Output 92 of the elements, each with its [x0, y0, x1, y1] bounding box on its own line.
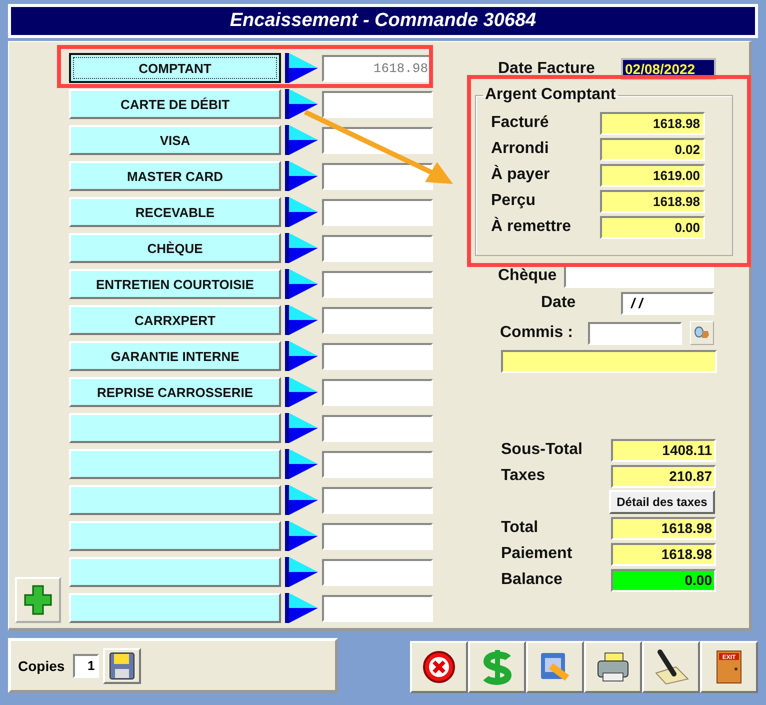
copies-label: Copies: [18, 658, 65, 674]
total-label: Sous-Total: [501, 441, 584, 459]
value-field[interactable]: 0.02: [600, 138, 705, 160]
payment-method-button[interactable]: RECEVABLE: [69, 197, 281, 227]
amount-field[interactable]: [322, 162, 433, 190]
payment-method-button[interactable]: REPRISE CARROSSERIE: [69, 377, 281, 407]
triangle-arrow-icon[interactable]: [285, 125, 318, 155]
clerk-name-field[interactable]: [501, 350, 717, 373]
total-field[interactable]: 210.87: [611, 464, 716, 488]
clerk-field[interactable]: [588, 322, 682, 344]
triangle-arrow-icon[interactable]: [285, 377, 318, 407]
field-label: Arrondi: [491, 140, 550, 158]
amount-field[interactable]: [322, 198, 433, 226]
payment-method-button[interactable]: [69, 557, 281, 587]
invoice-date-label: Date Facture: [498, 60, 596, 78]
tax-detail-button[interactable]: Détail des taxes: [609, 490, 715, 514]
clerk-label: Commis :: [500, 324, 574, 342]
save-button[interactable]: [102, 648, 141, 684]
triangle-arrow-icon[interactable]: [285, 269, 318, 299]
group-title: Argent Comptant: [484, 86, 617, 104]
amount-field[interactable]: [322, 594, 433, 622]
printer-icon: [595, 651, 631, 683]
amount-field[interactable]: [322, 306, 433, 334]
copies-field[interactable]: 1: [72, 654, 99, 678]
value-field[interactable]: 1618.98: [600, 112, 705, 134]
sign-button[interactable]: [642, 641, 700, 693]
payment-method-button[interactable]: [69, 449, 281, 479]
date-field[interactable]: / /: [621, 292, 714, 314]
triangle-arrow-icon[interactable]: [285, 593, 318, 623]
value-field[interactable]: 1619.00: [600, 164, 705, 186]
triangle-arrow-icon[interactable]: [285, 413, 318, 443]
payment-method-button[interactable]: CHÈQUE: [69, 233, 281, 263]
amount-field[interactable]: [322, 414, 433, 442]
close-icon: [422, 650, 456, 684]
triangle-arrow-icon[interactable]: [285, 557, 318, 587]
payment-method-button[interactable]: [69, 593, 281, 623]
amount-field[interactable]: [322, 378, 433, 406]
amount-field[interactable]: [322, 126, 433, 154]
payment-method-button[interactable]: [69, 521, 281, 551]
value-field[interactable]: 1618.98: [600, 190, 705, 212]
payment-method-button[interactable]: MASTER CARD: [69, 161, 281, 191]
amount-field[interactable]: [322, 522, 433, 550]
value-field[interactable]: 0.00: [600, 216, 705, 238]
amount-field[interactable]: [322, 270, 433, 298]
triangle-arrow-icon[interactable]: [285, 485, 318, 515]
payment-method-button[interactable]: CARRXPERT: [69, 305, 281, 335]
amount-field[interactable]: [322, 486, 433, 514]
total-label: Total: [501, 519, 540, 537]
payment-method-button[interactable]: [69, 413, 281, 443]
triangle-arrow-icon[interactable]: [285, 161, 318, 191]
triangle-arrow-icon[interactable]: [285, 305, 318, 335]
total-field[interactable]: 1618.98: [611, 542, 716, 566]
triangle-arrow-icon[interactable]: [285, 341, 318, 371]
payment-method-button[interactable]: COMPTANT: [69, 53, 281, 83]
triangle-arrow-icon[interactable]: [285, 89, 318, 119]
amount-field[interactable]: [322, 342, 433, 370]
cheque-label: Chèque: [498, 267, 558, 285]
tools-button[interactable]: [526, 641, 584, 693]
payment-method-button[interactable]: VISA: [69, 125, 281, 155]
window-title: Encaissement - Commande 30684: [8, 4, 758, 38]
field-label: Perçu: [491, 192, 536, 210]
search-icon: [694, 326, 710, 340]
triangle-arrow-icon[interactable]: [285, 233, 318, 263]
amount-field[interactable]: [322, 234, 433, 262]
payment-button[interactable]: [468, 641, 526, 693]
field-label: Facturé: [491, 114, 550, 132]
payment-method-button[interactable]: [69, 485, 281, 515]
amount-field[interactable]: [322, 90, 433, 118]
print-button[interactable]: [584, 641, 642, 693]
triangle-arrow-icon[interactable]: [285, 197, 318, 227]
add-button[interactable]: [15, 577, 61, 623]
cancel-button[interactable]: [410, 641, 468, 693]
plus-icon: [24, 584, 52, 616]
amount-field[interactable]: [322, 558, 433, 586]
total-label: Paiement: [501, 545, 574, 563]
amount-field[interactable]: [322, 450, 433, 478]
field-label: À remettre: [491, 218, 572, 236]
total-field[interactable]: 0.00: [611, 568, 716, 592]
total-field[interactable]: 1408.11: [611, 438, 716, 462]
total-label: Balance: [501, 571, 564, 589]
total-label: Taxes: [501, 467, 546, 485]
triangle-arrow-icon[interactable]: [285, 449, 318, 479]
payment-method-button[interactable]: CARTE DE DÉBIT: [69, 89, 281, 119]
triangle-arrow-icon[interactable]: [285, 521, 318, 551]
field-label: À payer: [491, 166, 551, 184]
triangle-arrow-icon[interactable]: [285, 53, 318, 83]
pen-on-paper-icon: [652, 649, 690, 685]
payment-method-button[interactable]: ENTRETIEN COURTOISIE: [69, 269, 281, 299]
total-field[interactable]: 1618.98: [611, 516, 716, 540]
payment-method-button[interactable]: GARANTIE INTERNE: [69, 341, 281, 371]
lookup-button[interactable]: [690, 321, 714, 345]
date-label: Date: [541, 294, 577, 312]
